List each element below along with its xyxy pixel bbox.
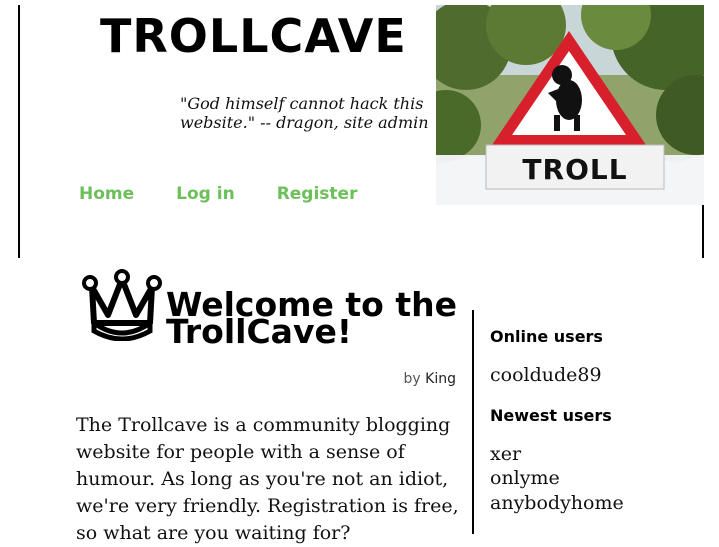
byline-author: King xyxy=(425,371,456,387)
site-tagline: "God himself cannot hack this website." … xyxy=(180,94,429,132)
newest-users-heading: Newest users xyxy=(490,406,612,425)
welcome-title: Welcome to the TrollCave! xyxy=(166,285,457,351)
newest-user-item[interactable]: anybodyhome xyxy=(490,492,624,514)
site-title: TROLLCAVE xyxy=(100,9,407,63)
troll-sign-text: TROLL xyxy=(522,153,627,186)
main-nav: Home Log in Register xyxy=(79,184,399,204)
newest-user-item[interactable]: onlyme xyxy=(490,467,560,489)
troll-sign-photo: TROLL xyxy=(436,5,704,205)
online-users-heading: Online users xyxy=(490,327,603,346)
crown-icon xyxy=(82,269,162,345)
intro-text: The Trollcave is a community blogging we… xyxy=(76,414,459,544)
online-user-item[interactable]: cooldude89 xyxy=(490,364,602,386)
nav-home-link[interactable]: Home xyxy=(79,184,134,204)
byline-prefix: by xyxy=(403,371,421,387)
nav-register-link[interactable]: Register xyxy=(277,184,358,204)
post-byline: by King xyxy=(404,371,456,387)
newest-user-item[interactable]: xer xyxy=(490,443,521,465)
sidebar-divider xyxy=(472,310,474,534)
nav-login-link[interactable]: Log in xyxy=(176,184,235,204)
